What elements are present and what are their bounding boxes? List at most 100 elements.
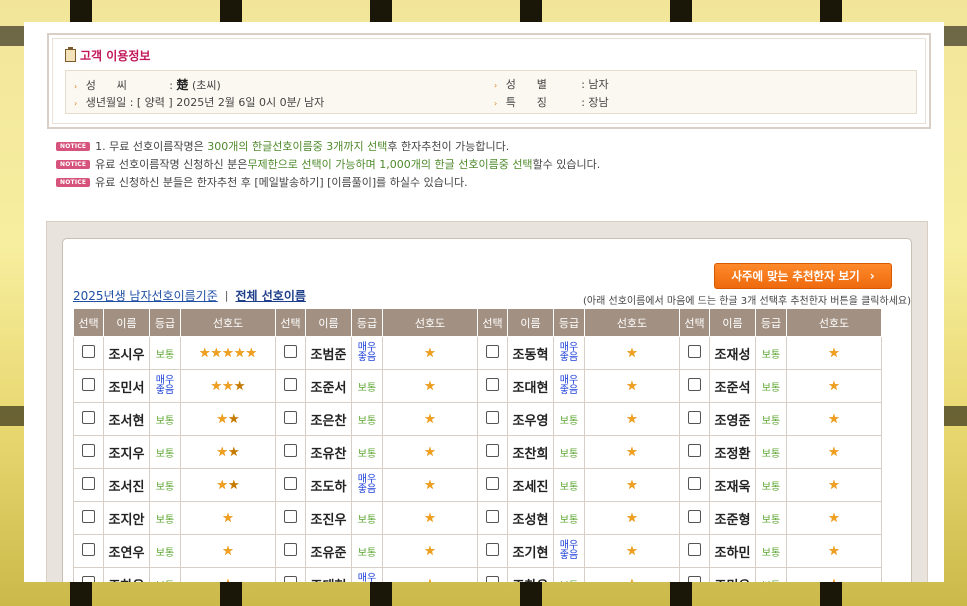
name-cell: 조시우 xyxy=(103,336,150,370)
table-row: 조지우 보통 ★★ 조유찬 보통 ★ 조찬희 보통 ★ 조정환 보통 ★ xyxy=(73,435,882,469)
name-checkbox[interactable] xyxy=(82,444,95,457)
grade-label: 보통 xyxy=(559,481,579,493)
name-checkbox[interactable] xyxy=(82,411,95,424)
name-checkbox[interactable] xyxy=(688,543,701,556)
preference-cell: ★ xyxy=(382,435,478,469)
grade-label: 보통 xyxy=(156,581,174,583)
customer-info-box: 고객 이용정보 › 성 씨 : 楚 (초씨) › 생년월일 : [ 양력 ] 2… xyxy=(47,33,931,129)
star-icon: ★ xyxy=(245,345,258,361)
name-cell: 조서현 xyxy=(103,402,150,436)
select-cell xyxy=(275,468,306,502)
name-checkbox[interactable] xyxy=(486,510,499,523)
name-checkbox[interactable] xyxy=(284,378,297,391)
name-cell: 조성현 xyxy=(507,501,554,535)
star-icon: ★ xyxy=(198,345,211,361)
tab-2025-male-names[interactable]: 2025년생 남자선호이름기준 xyxy=(73,287,218,304)
star-icon: ★ xyxy=(424,345,436,361)
select-cell xyxy=(275,435,306,469)
recommend-hanja-button[interactable]: 사주에 맞는 추천한자 보기 › xyxy=(714,263,892,289)
preference-cell: ★★ xyxy=(180,402,276,436)
grade-cell: 보통 xyxy=(755,534,787,568)
name-checkbox[interactable] xyxy=(284,345,297,358)
name-cell: 조찬우 xyxy=(507,567,554,582)
grade-label: 매우좋음 xyxy=(357,573,377,583)
name-checkbox[interactable] xyxy=(82,510,95,523)
grade-label: 보통 xyxy=(761,415,781,427)
preference-cell: ★ xyxy=(786,468,882,502)
star-icon: ★ xyxy=(424,378,436,394)
name-checkbox[interactable] xyxy=(486,444,499,457)
name-checkbox[interactable] xyxy=(688,378,701,391)
star-icon: ★ xyxy=(828,378,840,394)
surname-row: › 성 씨 : 楚 (초씨) xyxy=(74,78,221,92)
name-cell: 조준서 xyxy=(305,369,352,403)
select-cell xyxy=(275,336,306,370)
name-checkbox[interactable] xyxy=(688,510,701,523)
name-checkbox[interactable] xyxy=(284,510,297,523)
bullet-icon: › xyxy=(494,99,498,108)
name-checkbox[interactable] xyxy=(486,576,499,582)
name-checkbox[interactable] xyxy=(284,477,297,490)
header-select: 선택 xyxy=(73,308,104,337)
grade-label: 보통 xyxy=(762,581,780,583)
name-checkbox[interactable] xyxy=(82,345,95,358)
name-checkbox[interactable] xyxy=(486,378,499,391)
name-cell: 조범준 xyxy=(305,336,352,370)
name-cell: 조민서 xyxy=(103,369,150,403)
half-star-icon: ★ xyxy=(228,444,240,460)
name-checkbox[interactable] xyxy=(284,411,297,424)
preference-cell: ★ xyxy=(584,567,680,582)
name-checkbox[interactable] xyxy=(688,411,701,424)
name-checkbox[interactable] xyxy=(688,477,701,490)
name-checkbox[interactable] xyxy=(688,576,701,582)
name-cell: 조준형 xyxy=(709,501,756,535)
name-checkbox[interactable] xyxy=(486,477,499,490)
select-cell xyxy=(477,468,508,502)
star-icon: ★ xyxy=(222,543,234,559)
grade-cell: 보통 xyxy=(755,336,787,370)
name-checkbox[interactable] xyxy=(688,345,701,358)
name-cell: 조영준 xyxy=(709,402,756,436)
preference-cell: ★ xyxy=(584,435,680,469)
name-checkbox[interactable] xyxy=(688,444,701,457)
star-icon: ★ xyxy=(828,510,840,526)
name-cell: 조은찬 xyxy=(305,402,352,436)
select-cell xyxy=(275,534,306,568)
name-checkbox[interactable] xyxy=(284,543,297,556)
name-checkbox[interactable] xyxy=(284,576,297,582)
header-preference: 선호도 xyxy=(382,308,478,337)
preference-cell: ★ xyxy=(584,402,680,436)
grade-cell: 보통 xyxy=(755,501,787,535)
name-checkbox[interactable] xyxy=(82,576,95,582)
name-checkbox[interactable] xyxy=(486,345,499,358)
table-row: 조서진 보통 ★★ 조도하 매우 좋음 ★ 조세진 보통 ★ 조재욱 보통 ★ xyxy=(73,468,882,502)
table-row: 조하은보통 ★ 조태현 매우좋음 ★ 조찬우보통 ★ 조민우보통 ★ xyxy=(73,567,882,583)
star-icon: ★ xyxy=(233,345,246,361)
select-cell xyxy=(679,402,710,436)
name-checkbox[interactable] xyxy=(486,543,499,556)
grade-cell: 매우좋음 xyxy=(351,567,383,583)
grade-cell: 보통 xyxy=(553,567,585,582)
name-checkbox[interactable] xyxy=(486,411,499,424)
header-preference: 선호도 xyxy=(584,308,680,337)
select-cell xyxy=(477,534,508,568)
name-checkbox[interactable] xyxy=(284,444,297,457)
preference-cell: ★ xyxy=(786,435,882,469)
name-checkbox[interactable] xyxy=(82,543,95,556)
grade-cell: 보통 xyxy=(351,369,383,403)
name-checkbox[interactable] xyxy=(82,477,95,490)
grade-cell: 매우좋음 xyxy=(553,534,585,568)
name-cell: 조지우 xyxy=(103,435,150,469)
star-icon: ★ xyxy=(626,411,638,427)
grade-label: 보통 xyxy=(357,448,377,460)
name-checkbox[interactable] xyxy=(82,378,95,391)
tab-all-names[interactable]: 전체 선호이름 xyxy=(235,287,305,304)
star-icon: ★ xyxy=(626,510,638,526)
name-cell: 조기현 xyxy=(507,534,554,568)
star-icon: ★ xyxy=(210,345,223,361)
table-row: 조서현 보통 ★★ 조은찬 보통 ★ 조우영 보통 ★ 조영준 보통 ★ xyxy=(73,402,882,436)
select-cell xyxy=(477,369,508,403)
grade-cell: 보통 xyxy=(553,468,585,502)
grade-cell: 보통 xyxy=(755,567,787,583)
grade-cell: 보통 xyxy=(149,336,181,370)
